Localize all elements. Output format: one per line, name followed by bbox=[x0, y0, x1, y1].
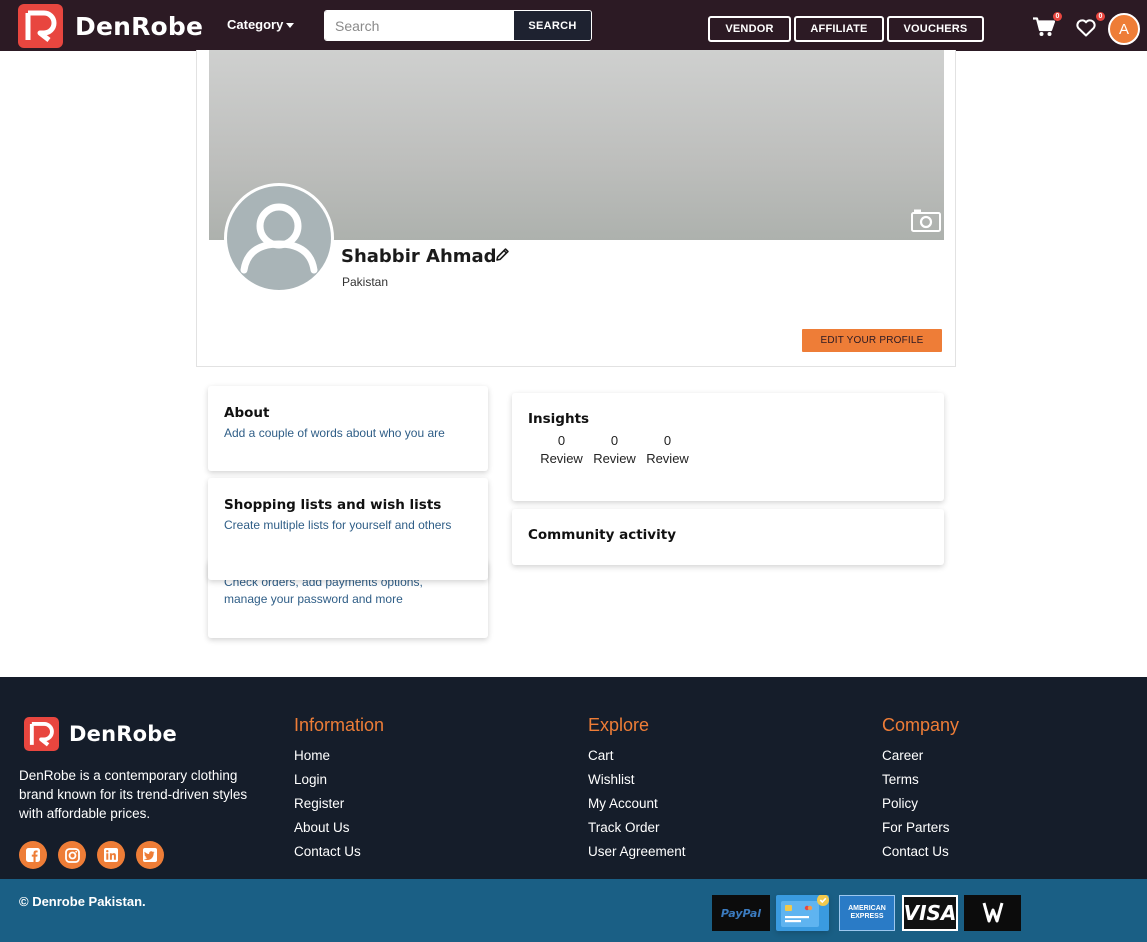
footer-link-register[interactable]: Register bbox=[294, 792, 384, 816]
insight-stat[interactable]: 0 Review bbox=[535, 433, 588, 466]
user-avatar-button[interactable]: A bbox=[1108, 13, 1140, 45]
camera-icon[interactable] bbox=[911, 208, 941, 237]
insights-card: Insights 0 Review 0 Review 0 Review bbox=[512, 393, 944, 501]
account-desc: manage your password and more bbox=[224, 592, 403, 606]
facebook-icon[interactable] bbox=[19, 841, 47, 869]
insight-value: 0 bbox=[663, 433, 672, 448]
brand-logo[interactable]: DenRobe bbox=[18, 4, 203, 48]
footer-link-login[interactable]: Login bbox=[294, 768, 384, 792]
insight-label: Review bbox=[593, 451, 636, 466]
brand-name: DenRobe bbox=[75, 11, 204, 41]
footer-link-career[interactable]: Career bbox=[882, 744, 959, 768]
lists-desc: Create multiple lists for yourself and o… bbox=[224, 518, 452, 532]
top-navbar: DenRobe Category SEARCH VENDOR AFFILIATE… bbox=[0, 0, 1147, 51]
search-bar: SEARCH bbox=[324, 10, 592, 41]
community-title: Community activity bbox=[528, 527, 676, 543]
insights-title: Insights bbox=[528, 411, 590, 427]
wallet-icon bbox=[964, 895, 1021, 931]
insight-stat[interactable]: 0 Review bbox=[588, 433, 641, 466]
edit-profile-button[interactable]: EDIT YOUR PROFILE bbox=[802, 329, 942, 352]
chevron-down-icon bbox=[286, 23, 295, 28]
profile-avatar[interactable] bbox=[224, 183, 334, 293]
footer-company-column: Company Career Terms Policy For Parters … bbox=[882, 715, 959, 864]
footer-link-user-agreement[interactable]: User Agreement bbox=[588, 840, 686, 864]
amex-line-2: EXPRESS bbox=[850, 913, 884, 920]
profile-name: Shabbir Ahmad bbox=[341, 246, 497, 267]
insights-stats: 0 Review 0 Review 0 Review bbox=[535, 433, 928, 466]
footer-about-text: DenRobe is a contemporary clothing brand… bbox=[19, 768, 248, 821]
paypal-logo: PayPal bbox=[712, 895, 770, 931]
vendor-button[interactable]: VENDOR bbox=[708, 16, 791, 42]
shopping-lists-card[interactable]: Shopping lists and wish lists Create mul… bbox=[208, 478, 488, 580]
footer-column-title: Company bbox=[882, 715, 960, 735]
category-label: Category bbox=[227, 17, 284, 32]
insight-label: Review bbox=[540, 451, 583, 466]
footer-brand-name: DenRobe bbox=[69, 722, 177, 746]
insight-value: 0 bbox=[557, 433, 566, 448]
profile-header-card: Shabbir Ahmad Pakistan EDIT YOUR PROFILE bbox=[196, 50, 956, 367]
cart-count-badge: 0 bbox=[1053, 12, 1062, 21]
footer-logo[interactable]: DenRobe bbox=[24, 717, 177, 751]
insight-label: Review bbox=[646, 451, 689, 466]
twitter-icon[interactable] bbox=[136, 841, 164, 869]
footer-link-contact-us[interactable]: Contact Us bbox=[294, 840, 384, 864]
footer-column-title: Explore bbox=[588, 715, 650, 735]
footer-bottom-bar: © Denrobe Pakistan. PayPal AMERICAN EXPR… bbox=[0, 879, 1147, 942]
footer-explore-column: Explore Cart Wishlist My Account Track O… bbox=[588, 715, 686, 864]
social-links bbox=[19, 841, 164, 869]
footer-link-wishlist[interactable]: Wishlist bbox=[588, 768, 686, 792]
insight-value: 0 bbox=[610, 433, 619, 448]
instagram-icon[interactable] bbox=[58, 841, 86, 869]
footer-link-my-account[interactable]: My Account bbox=[588, 792, 686, 816]
footer-information-column: Information Home Login Register About Us… bbox=[294, 715, 384, 864]
footer-link-contact-us[interactable]: Contact Us bbox=[882, 840, 959, 864]
copyright-text: © Denrobe Pakistan. bbox=[19, 894, 146, 909]
site-footer: DenRobe DenRobe is a contemporary clothi… bbox=[0, 677, 1147, 880]
heart-icon[interactable] bbox=[1076, 19, 1096, 42]
about-title: About bbox=[224, 405, 270, 421]
pencil-icon[interactable] bbox=[495, 247, 510, 267]
affiliate-button[interactable]: AFFILIATE bbox=[794, 16, 884, 42]
visa-logo: VISA bbox=[902, 895, 958, 931]
search-button[interactable]: SEARCH bbox=[514, 11, 591, 40]
footer-link-for-parters[interactable]: For Parters bbox=[882, 816, 959, 840]
amex-line-1: AMERICAN bbox=[848, 905, 886, 912]
footer-link-home[interactable]: Home bbox=[294, 744, 384, 768]
user-silhouette-icon bbox=[240, 203, 318, 274]
footer-link-about-us[interactable]: About Us bbox=[294, 816, 384, 840]
profile-country: Pakistan bbox=[342, 275, 389, 289]
logo-mark-icon bbox=[18, 4, 63, 48]
about-desc: Add a couple of words about who you are bbox=[224, 426, 445, 440]
footer-column-title: Information bbox=[294, 715, 385, 735]
category-dropdown[interactable]: Category bbox=[227, 17, 295, 32]
search-input[interactable] bbox=[325, 11, 514, 40]
amex-logo: AMERICAN EXPRESS bbox=[839, 895, 895, 931]
community-activity-card[interactable]: Community activity bbox=[512, 509, 944, 565]
footer-link-terms[interactable]: Terms bbox=[882, 768, 959, 792]
wishlist-count-badge: 0 bbox=[1096, 12, 1105, 21]
cart-icon[interactable] bbox=[1033, 17, 1056, 42]
lists-title: Shopping lists and wish lists bbox=[224, 497, 442, 513]
footer-link-policy[interactable]: Policy bbox=[882, 792, 959, 816]
vouchers-button[interactable]: VOUCHERS bbox=[887, 16, 984, 42]
insight-stat[interactable]: 0 Review bbox=[641, 433, 694, 466]
about-card[interactable]: About Add a couple of words about who yo… bbox=[208, 386, 488, 471]
logo-mark-icon bbox=[24, 717, 59, 751]
credit-card-icon bbox=[776, 895, 829, 931]
linkedin-icon[interactable] bbox=[97, 841, 125, 869]
footer-link-track-order[interactable]: Track Order bbox=[588, 816, 686, 840]
footer-link-cart[interactable]: Cart bbox=[588, 744, 686, 768]
